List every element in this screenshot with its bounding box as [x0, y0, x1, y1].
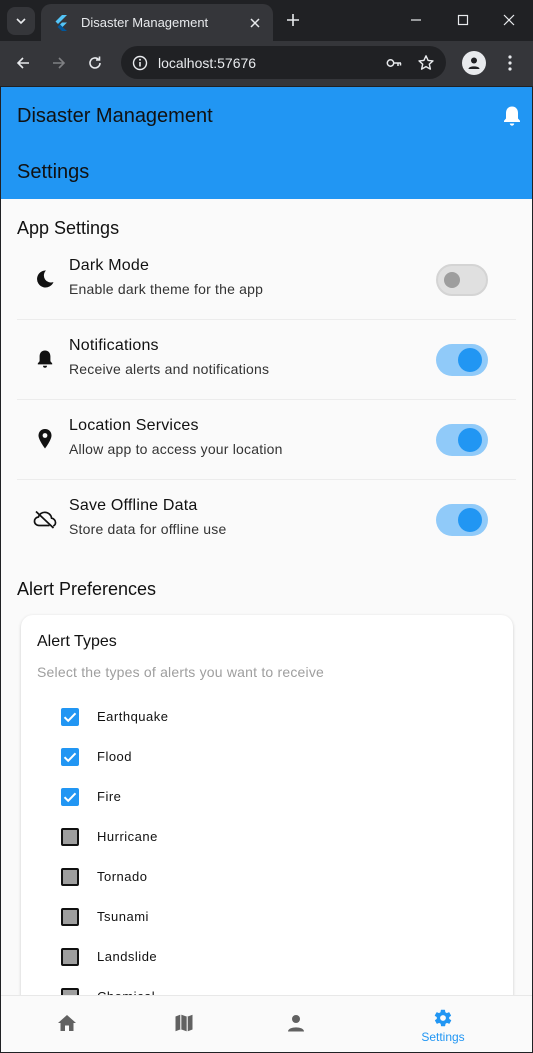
alert-preferences-heading: Alert Preferences: [17, 579, 157, 599]
tab-search-button[interactable]: [7, 7, 35, 35]
browser-menu-button[interactable]: [500, 51, 520, 75]
address-bar[interactable]: localhost:57676: [121, 46, 446, 79]
chevron-down-icon: [16, 18, 26, 25]
card-subtitle: Select the types of alerts you want to r…: [37, 664, 325, 680]
alert-type-label: Tsunami: [97, 909, 149, 924]
alert-type-row[interactable]: Landslide: [37, 937, 497, 977]
browser-tabstrip: Disaster Management: [0, 0, 533, 41]
url-text[interactable]: localhost:57676: [158, 55, 382, 71]
app-settings-heading: App Settings: [17, 218, 120, 238]
tab-title: Disaster Management: [81, 15, 209, 30]
person-icon: [468, 57, 480, 69]
forward-button[interactable]: [47, 51, 71, 75]
page-title: Settings: [17, 161, 90, 183]
home-icon: [55, 1011, 79, 1035]
nav-home[interactable]: [1, 996, 133, 1052]
browser-toolbar: localhost:57676: [0, 41, 533, 86]
alert-type-row[interactable]: Tsunami: [37, 897, 497, 937]
maximize-button[interactable]: [451, 8, 475, 32]
person-icon: [284, 1011, 308, 1035]
card-title: Alert Types: [37, 633, 117, 650]
checkbox-checked[interactable]: [61, 788, 79, 806]
setting-notifications[interactable]: Notifications Receive alerts and notific…: [17, 320, 516, 400]
alert-type-label: Earthquake: [97, 709, 169, 724]
checkbox-checked[interactable]: [61, 708, 79, 726]
checkbox-unchecked[interactable]: [61, 868, 79, 886]
setting-title: Dark Mode: [69, 257, 150, 274]
setting-title: Notifications: [69, 337, 159, 354]
app-root: Disaster Management Settings App Setting…: [1, 87, 532, 1052]
setting-subtitle: Receive alerts and notifications: [69, 361, 270, 377]
bell-icon: [504, 106, 520, 126]
alert-type-label: Tornado: [97, 869, 148, 884]
alert-type-label: Fire: [97, 789, 122, 804]
nav-label: Settings: [421, 1030, 465, 1044]
alert-type-row[interactable]: Hurricane: [37, 817, 497, 857]
new-tab-button[interactable]: [282, 9, 304, 31]
checkbox-checked[interactable]: [61, 748, 79, 766]
browser-tab[interactable]: Disaster Management: [41, 4, 273, 41]
arrow-left-icon: [16, 57, 29, 69]
setting-subtitle: Store data for offline use: [69, 521, 227, 537]
alert-types-card: Alert Types Select the types of alerts y…: [21, 615, 513, 995]
minimize-button[interactable]: [404, 8, 428, 32]
plus-icon: [287, 14, 299, 26]
reload-icon: [89, 56, 101, 69]
alert-type-row[interactable]: Flood: [37, 737, 497, 777]
profile-avatar[interactable]: [462, 51, 486, 75]
settings-content[interactable]: App Settings Dark Mode Enable dark theme…: [1, 199, 532, 995]
checkbox-unchecked[interactable]: [61, 988, 79, 995]
close-icon[interactable]: [247, 15, 263, 31]
gear-icon: [431, 1006, 455, 1030]
alert-type-label: Landslide: [97, 949, 158, 964]
setting-title: Location Services: [69, 417, 199, 434]
notifications-toggle[interactable]: [436, 344, 488, 376]
setting-save-offline-data[interactable]: Save Offline Data Store data for offline…: [17, 480, 516, 560]
bell-icon: [33, 347, 57, 371]
site-info-icon[interactable]: [128, 51, 152, 75]
cloud-off-icon: [33, 507, 57, 531]
notifications-button[interactable]: [500, 104, 524, 128]
nav-settings[interactable]: Settings: [377, 996, 509, 1052]
location-pin-icon: [33, 427, 57, 451]
back-button[interactable]: [11, 51, 35, 75]
toggle-thumb: [458, 348, 482, 372]
setting-dark-mode[interactable]: Dark Mode Enable dark theme for the app: [17, 240, 516, 320]
nav-profile[interactable]: [230, 996, 362, 1052]
bottom-navigation: Settings: [1, 995, 532, 1052]
dark-mode-toggle[interactable]: [436, 264, 488, 296]
alert-type-label: Hurricane: [97, 829, 158, 844]
minimize-icon: [411, 19, 421, 21]
arrow-right-icon: [53, 57, 66, 69]
location-services-toggle[interactable]: [436, 424, 488, 456]
setting-title: Save Offline Data: [69, 497, 198, 514]
alert-type-row[interactable]: Chemical: [37, 977, 497, 995]
window-close-button[interactable]: [497, 8, 521, 32]
setting-subtitle: Enable dark theme for the app: [69, 281, 264, 297]
star-icon[interactable]: [414, 51, 438, 75]
key-icon[interactable]: [382, 51, 406, 75]
maximize-icon: [457, 14, 469, 26]
alert-type-row[interactable]: Fire: [37, 777, 497, 817]
app-bar: Disaster Management Settings: [1, 87, 532, 199]
setting-subtitle: Allow app to access your location: [69, 441, 283, 457]
flutter-icon: [53, 14, 69, 31]
reload-button[interactable]: [83, 51, 107, 75]
toggle-thumb: [444, 272, 460, 288]
alert-type-row[interactable]: Earthquake: [37, 697, 497, 737]
map-icon: [172, 1011, 196, 1035]
offline-data-toggle[interactable]: [436, 504, 488, 536]
moon-icon: [33, 267, 57, 291]
checkbox-unchecked[interactable]: [61, 948, 79, 966]
alert-type-label: Flood: [97, 749, 133, 764]
alert-type-row[interactable]: Tornado: [37, 857, 497, 897]
toggle-thumb: [458, 508, 482, 532]
app-title: Disaster Management: [17, 105, 213, 127]
checkbox-unchecked[interactable]: [61, 828, 79, 846]
close-icon: [503, 14, 515, 26]
toggle-thumb: [458, 428, 482, 452]
setting-location-services[interactable]: Location Services Allow app to access yo…: [17, 400, 516, 480]
more-vert-icon: [508, 55, 512, 71]
checkbox-unchecked[interactable]: [61, 908, 79, 926]
